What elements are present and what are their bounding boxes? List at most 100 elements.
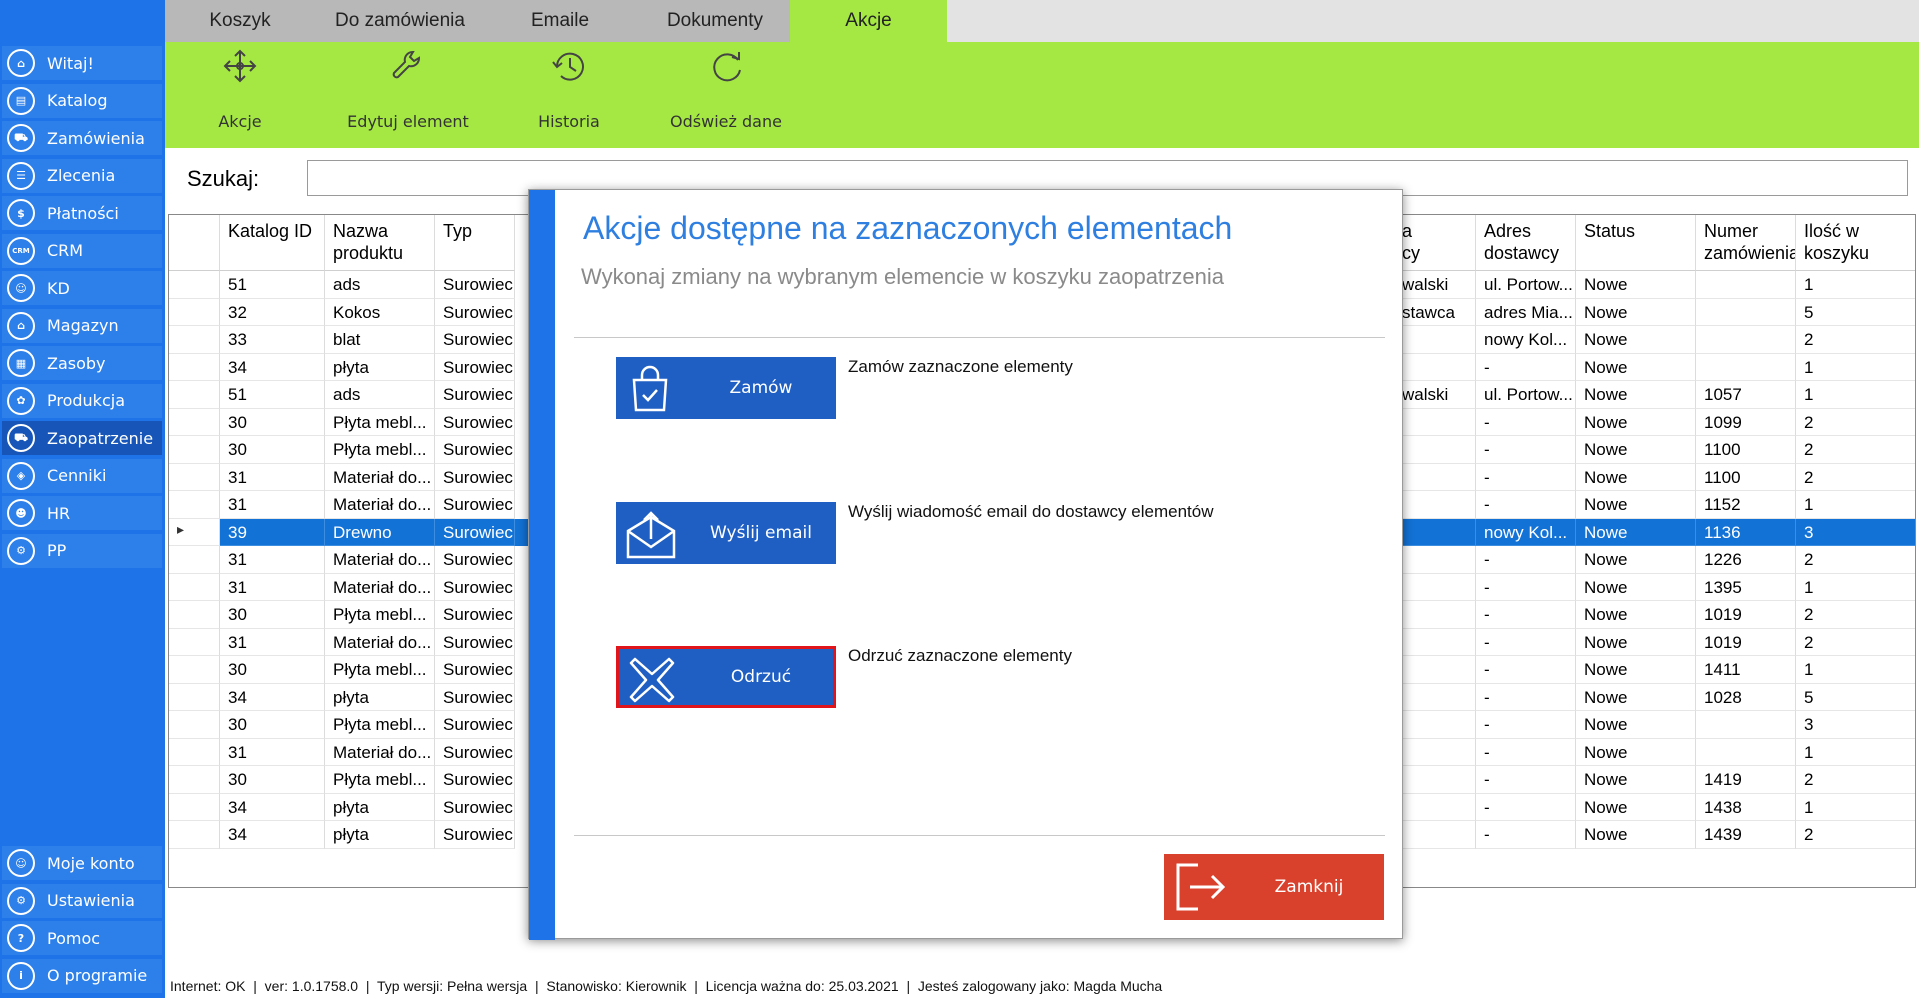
sidebar-item-label: Magazyn (47, 316, 119, 335)
column-header[interactable]: a cy (1394, 215, 1476, 271)
table-cell: Surowiec (435, 656, 515, 684)
table-cell (1394, 628, 1476, 656)
sidebar-item-zamówienia[interactable]: ⛟ Zamówienia (2, 121, 162, 155)
table-cell: 2 (1796, 546, 1915, 574)
table-cell: płyta (325, 793, 435, 821)
table-cell: 1 (1796, 271, 1915, 299)
column-header[interactable]: Typ (435, 215, 515, 271)
table-cell: 30 (220, 711, 325, 739)
wyslij-email-description: Wyślij wiadomość email do dostawcy eleme… (848, 502, 1214, 521)
sidebar-item-label: O programie (47, 966, 148, 985)
table-cell: - (1476, 436, 1576, 464)
table-cell: 31 (220, 463, 325, 491)
column-header[interactable]: Adres dostawcy (1476, 215, 1576, 271)
sidebar-item-kd[interactable]: ☺ KD (2, 271, 162, 305)
row-header[interactable] (169, 436, 220, 464)
row-header[interactable] (169, 711, 220, 739)
move-arrows-icon (223, 49, 257, 83)
zamknij-button[interactable]: Zamknij (1164, 854, 1384, 920)
table-cell: 2 (1796, 821, 1915, 849)
table-cell: adres Mia... (1476, 298, 1576, 326)
column-header[interactable]: Numer zamówienia (1696, 215, 1796, 271)
sidebar-item-moje-konto[interactable]: ☺ Moje konto (2, 846, 162, 880)
wyslij-email-button[interactable]: Wyślij email (616, 502, 836, 564)
table-cell: 1099 (1696, 408, 1796, 436)
sidebar-item-pp[interactable]: ⚙ PP (2, 533, 162, 568)
tab-akcje[interactable]: Akcje (790, 0, 947, 42)
tab-koszyk[interactable]: Koszyk (165, 0, 315, 42)
table-cell: Materiał do... (325, 628, 435, 656)
row-header[interactable] (169, 601, 220, 629)
row-header[interactable] (169, 821, 220, 849)
historia-button[interactable]: Historia (494, 42, 644, 148)
column-header[interactable]: Katalog ID (220, 215, 325, 271)
row-header[interactable] (169, 683, 220, 711)
sidebar-item-zaopatrzenie[interactable]: ⛟ Zaopatrzenie (2, 421, 162, 455)
sidebar-item-crm[interactable]: CRM CRM (2, 233, 162, 268)
sidebar-item-produkcja[interactable]: ✿ Produkcja (2, 383, 162, 418)
refresh-icon (713, 52, 741, 82)
table-cell: Nowe (1576, 326, 1696, 354)
row-header[interactable] (169, 793, 220, 821)
tab-emaile[interactable]: Emaile (485, 0, 635, 42)
sidebar-item-zlecenia[interactable]: ☰ Zlecenia (2, 158, 162, 193)
home-icon: ⌂ (7, 49, 35, 77)
actions-dialog: Akcje dostępne na zaznaczonych elementac… (528, 189, 1403, 940)
column-header[interactable]: Ilość w koszyku (1796, 215, 1915, 271)
odswiez-dane-button[interactable]: Odśwież dane (651, 42, 801, 148)
zamow-button[interactable]: Zamów (616, 357, 836, 419)
table-cell: Surowiec (435, 793, 515, 821)
row-header[interactable] (169, 326, 220, 354)
crm-icon: CRM (7, 236, 35, 265)
table-cell: 51 (220, 271, 325, 299)
table-cell: Płyta mebl... (325, 711, 435, 739)
sidebar-item-label: Zaopatrzenie (47, 428, 154, 448)
dialog-subtitle: Wykonaj zmiany na wybranym elemencie w k… (581, 264, 1224, 289)
row-header[interactable] (169, 656, 220, 684)
table-cell: 1439 (1696, 821, 1796, 849)
row-header[interactable] (169, 381, 220, 409)
tab-dokumenty[interactable]: Dokumenty (635, 0, 795, 42)
sidebar-item-ustawienia[interactable]: ⚙ Ustawienia (2, 883, 162, 918)
sidebar-item-pomoc[interactable]: ? Pomoc (2, 921, 162, 955)
sidebar-item-katalog[interactable]: ▤ Katalog (2, 83, 162, 118)
column-header[interactable]: Status (1576, 215, 1696, 271)
odrzuc-description: Odrzuć zaznaczone elementy (848, 646, 1072, 665)
row-header[interactable] (169, 546, 220, 574)
table-cell: - (1476, 793, 1576, 821)
table-cell: 1 (1796, 354, 1915, 381)
row-header[interactable] (169, 491, 220, 519)
sidebar-item-o-programie[interactable]: i O programie (2, 958, 162, 993)
row-header[interactable] (169, 738, 220, 766)
tab-do-zamowienia[interactable]: Do zamówienia (315, 0, 485, 42)
table-cell: 30 (220, 436, 325, 464)
row-header[interactable] (169, 766, 220, 794)
sidebar-item-label: Zasoby (47, 353, 106, 373)
akcje-button[interactable]: Akcje (165, 42, 315, 148)
row-header[interactable]: ▸ (169, 518, 220, 546)
row-header[interactable] (169, 628, 220, 656)
odrzuc-button[interactable]: Odrzuć (616, 646, 836, 708)
sidebar-item-label: Cenniki (47, 466, 107, 485)
row-header[interactable] (169, 271, 220, 299)
table-cell: walski (1394, 271, 1476, 299)
sidebar-item-cenniki[interactable]: ◈ Cenniki (2, 458, 162, 493)
row-pointer-icon: ▸ (177, 520, 185, 537)
sidebar-item-hr[interactable]: ☻ HR (2, 496, 162, 530)
row-header[interactable] (169, 353, 220, 381)
row-header[interactable] (169, 573, 220, 601)
row-header[interactable] (169, 463, 220, 491)
table-cell: Surowiec (435, 546, 515, 574)
table-cell: Materiał do... (325, 738, 435, 766)
column-header[interactable]: Nazwa produktu (325, 215, 435, 271)
sidebar-item-witaj-[interactable]: ⌂ Witaj! (2, 46, 162, 80)
row-header[interactable] (169, 408, 220, 436)
table-cell (1394, 821, 1476, 849)
sidebar-item-zasoby[interactable]: ▦ Zasoby (2, 346, 162, 380)
hr-icon: ☻ (7, 499, 35, 527)
sidebar-item-płatności[interactable]: $ Płatności (2, 196, 162, 230)
row-header[interactable] (169, 298, 220, 326)
sidebar-item-magazyn[interactable]: ⌂ Magazyn (2, 308, 162, 343)
table-cell: 1019 (1696, 628, 1796, 656)
edytuj-element-button[interactable]: Edytuj element (323, 42, 493, 148)
